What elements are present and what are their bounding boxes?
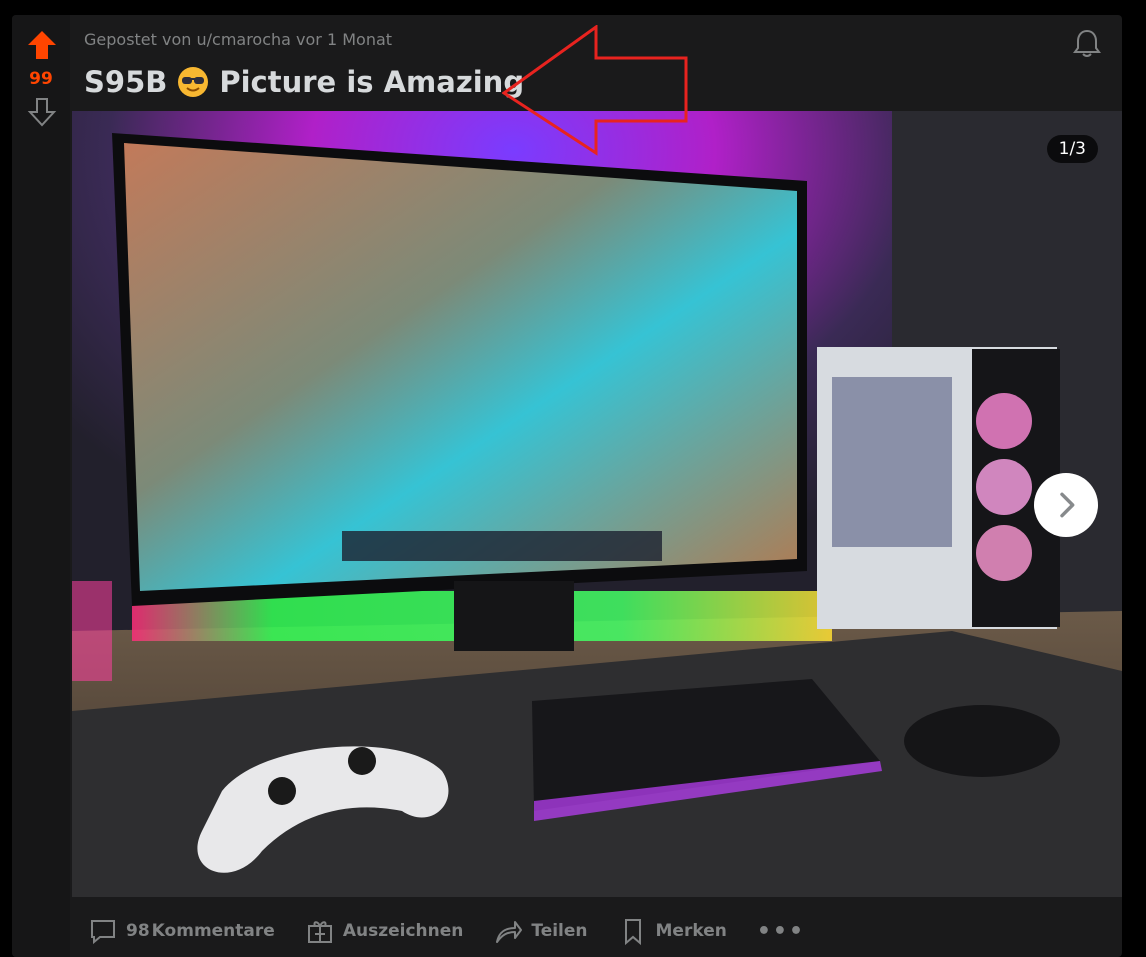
comments-button[interactable]: 98 Kommentare — [88, 916, 275, 946]
comments-count: 98 — [126, 921, 150, 941]
vote-score: 99 — [29, 69, 53, 89]
setup-photo — [72, 111, 1122, 897]
vote-column: 99 — [12, 15, 70, 957]
bookmark-icon — [624, 919, 641, 946]
share-arrow-icon — [496, 921, 523, 943]
save-button[interactable]: Merken — [618, 916, 727, 946]
share-button[interactable]: Teilen — [493, 916, 588, 946]
more-options-button[interactable]: ••• — [757, 919, 805, 944]
award-label: Auszeichnen — [342, 921, 464, 941]
comments-label: Kommentare — [151, 921, 275, 941]
award-button[interactable]: Auszeichnen — [305, 916, 464, 946]
comment-icon — [91, 920, 115, 945]
post-card: 99 Gepostet von u/cmarocha vor 1 Monat S… — [12, 15, 1122, 957]
image-counter: 1/3 — [1046, 135, 1098, 163]
title-suffix: Picture is Amazing — [219, 65, 525, 99]
downvote-arrow-icon[interactable] — [27, 97, 57, 127]
bell-icon[interactable] — [1072, 27, 1102, 59]
red-annotation-arrow-icon — [502, 25, 688, 156]
chevron-right-icon — [1060, 492, 1075, 518]
save-label: Merken — [655, 921, 727, 941]
next-image-button[interactable] — [1034, 473, 1098, 537]
post-actions: 98 Kommentare Auszeichnen Teilen Merken … — [88, 911, 805, 951]
post-meta: Gepostet von u/cmarocha vor 1 Monat — [84, 30, 393, 49]
title-prefix: S95B — [84, 65, 168, 99]
upvote-arrow-icon[interactable] — [26, 29, 58, 61]
sunglasses-emoji-icon — [177, 66, 209, 98]
post-title[interactable]: S95B Picture is Amazing — [84, 65, 524, 99]
gift-icon — [307, 921, 332, 943]
share-label: Teilen — [531, 921, 588, 941]
post-image[interactable]: 1/3 — [72, 111, 1122, 897]
